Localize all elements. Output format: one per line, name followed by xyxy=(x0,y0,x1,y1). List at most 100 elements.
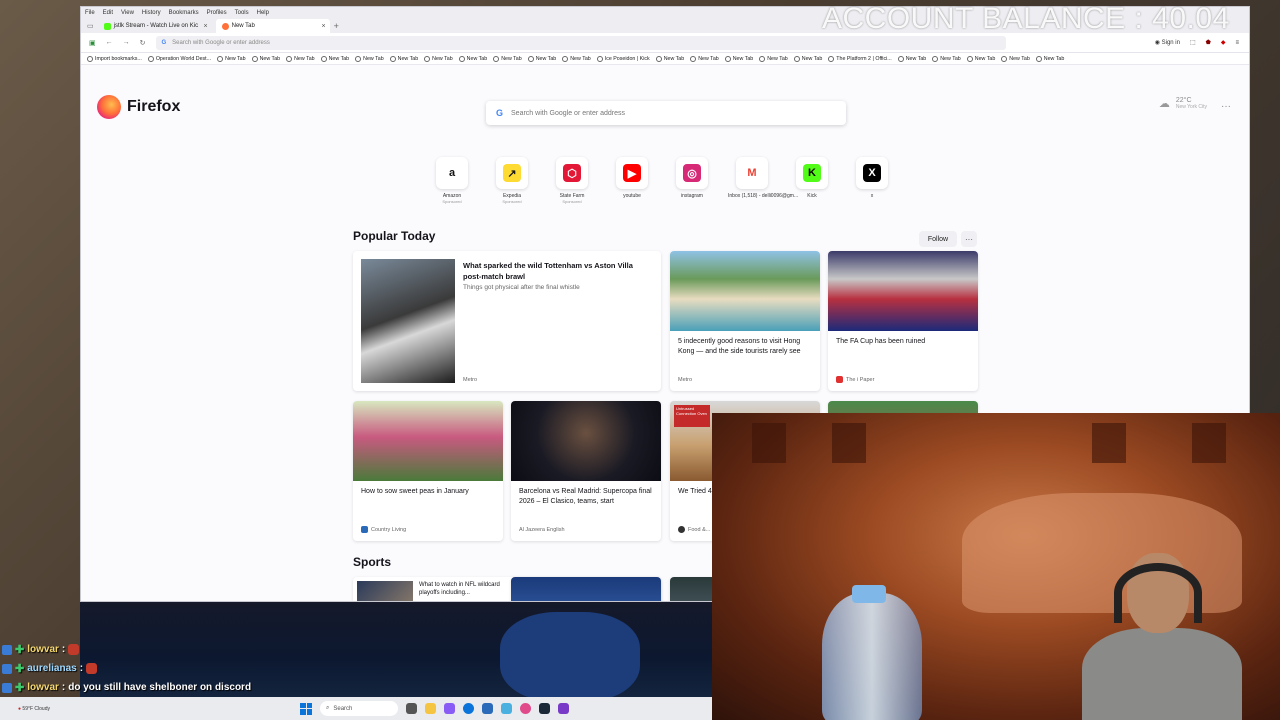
extensions-icon[interactable]: ⬚ xyxy=(1190,39,1196,46)
bookmark-item[interactable]: New Tab xyxy=(1001,55,1030,62)
sidebar-icon[interactable]: ▣ xyxy=(89,39,96,47)
copilot-icon[interactable] xyxy=(444,703,455,714)
bookmark-item[interactable]: Operation World Dest... xyxy=(147,55,211,62)
menu-view[interactable]: View xyxy=(121,10,134,16)
bookmark-item[interactable]: New Tab xyxy=(493,55,522,62)
shortcut-tile[interactable]: a Amazon Sponsored xyxy=(436,157,468,204)
reload-icon[interactable]: ↻ xyxy=(140,39,146,47)
search-icon: ⌕ xyxy=(326,705,330,711)
menu-tools[interactable]: Tools xyxy=(235,10,249,16)
globe-icon xyxy=(966,55,973,62)
bookmark-item[interactable]: New Tab xyxy=(458,55,488,62)
subscriber-badge-icon: ✚ xyxy=(15,682,25,694)
bookmark-label: New Tab xyxy=(466,55,488,62)
url-bar[interactable]: G Search with Google or enter address xyxy=(155,35,1006,50)
story-title: Barcelona vs Real Madrid: Supercopa fina… xyxy=(519,488,652,505)
steam-icon[interactable] xyxy=(539,703,550,714)
sponsored-label: Sponsored xyxy=(502,199,522,204)
globe-icon xyxy=(897,55,904,62)
windows-start-icon[interactable] xyxy=(300,702,312,715)
bookmark-item[interactable]: New Tab xyxy=(217,55,246,62)
account-balance-overlay: ACCOUNT BALANCE : 40.04 xyxy=(822,2,1230,35)
bookmark-item[interactable]: New Tab xyxy=(389,55,418,62)
search-placeholder: Search with Google or enter address xyxy=(511,109,626,117)
bookmark-item[interactable]: Ice Poseidon | Kick xyxy=(596,55,650,62)
shortcut-tile[interactable]: ⬡ State Farm Sponsored xyxy=(556,157,588,204)
story-card-el-clasico[interactable]: Barcelona vs Real Madrid: Supercopa fina… xyxy=(511,401,661,541)
bookmark-item[interactable]: New Tab xyxy=(932,55,961,62)
taskbar-weather[interactable]: ● 59°F Cloudy xyxy=(0,706,300,712)
bookmark-item[interactable]: New Tab xyxy=(759,55,788,62)
app-menu-icon[interactable]: ≡ xyxy=(1235,40,1239,46)
wall-poster xyxy=(1092,423,1126,463)
google-icon: G xyxy=(161,39,167,46)
menu-edit[interactable]: Edit xyxy=(103,10,113,16)
bookmark-item[interactable]: The Platform 2 | Offici... xyxy=(828,55,892,62)
globe-icon xyxy=(759,55,766,62)
close-tab-icon[interactable]: × xyxy=(204,23,208,30)
app-icon[interactable] xyxy=(501,703,512,714)
bookmark-item[interactable]: New Tab xyxy=(1035,55,1064,62)
bookmark-item[interactable]: New Tab xyxy=(966,55,995,62)
bookmark-item[interactable]: New Tab xyxy=(897,55,926,62)
bookmark-item[interactable]: New Tab xyxy=(251,55,280,62)
wall-poster xyxy=(1192,423,1226,463)
story-title: The FA Cup has been ruined xyxy=(836,338,926,345)
bookmark-item[interactable]: New Tab xyxy=(355,55,384,62)
forward-icon[interactable]: → xyxy=(123,39,130,46)
weather-menu-icon[interactable]: ··· xyxy=(1221,101,1231,112)
extension-red-icon[interactable]: ◆ xyxy=(1221,39,1226,46)
story-card-fa-cup[interactable]: The FA Cup has been ruined The i Paper xyxy=(828,251,978,391)
weather-widget[interactable]: ☁ 22°C New York City xyxy=(1159,97,1207,110)
tab-new-tab[interactable]: New Tab × xyxy=(215,19,330,33)
bookmark-item[interactable]: New Tab xyxy=(793,55,822,62)
story-source: Al Jazeera English xyxy=(519,527,565,533)
story-card-hong-kong[interactable]: 5 indecently good reasons to visit Hong … xyxy=(670,251,820,391)
kick-badge-icon xyxy=(2,682,12,693)
task-view-icon[interactable] xyxy=(406,703,417,714)
taskbar-search[interactable]: ⌕ Search xyxy=(320,701,398,716)
menu-file[interactable]: File xyxy=(85,10,95,16)
bookmark-item[interactable]: New Tab xyxy=(690,55,719,62)
menu-profiles[interactable]: Profiles xyxy=(207,10,227,16)
menu-bookmarks[interactable]: Bookmarks xyxy=(169,10,199,16)
stream-screen: File Edit View History Bookmarks Profile… xyxy=(0,0,1280,720)
shortcut-tile[interactable]: ◎ instagram xyxy=(676,157,708,204)
opera-icon[interactable] xyxy=(520,703,531,714)
more-options-icon[interactable]: ··· xyxy=(961,231,977,247)
file-explorer-icon[interactable] xyxy=(425,703,436,714)
shortcut-tile[interactable]: Xx xyxy=(856,157,888,204)
story-card-sweet-peas[interactable]: How to sow sweet peas in January Country… xyxy=(353,401,503,541)
bookmark-item[interactable]: New Tab xyxy=(424,55,453,62)
ublock-icon[interactable]: ⬟ xyxy=(1206,39,1211,46)
menu-help[interactable]: Help xyxy=(257,10,269,16)
tab-list-icon[interactable]: ▭ xyxy=(87,22,94,30)
bookmark-item[interactable]: New Tab xyxy=(562,55,591,62)
back-icon[interactable]: ← xyxy=(106,39,113,46)
edge-icon[interactable] xyxy=(463,703,474,714)
bookmark-item[interactable]: New Tab xyxy=(655,55,684,62)
shortcut-tile[interactable]: M Inbox (1,518) - delli0096@gm... xyxy=(728,157,798,204)
menu-history[interactable]: History xyxy=(142,10,161,16)
search-input[interactable]: G Search with Google or enter address xyxy=(486,101,846,125)
tab-kick-stream[interactable]: jstlk Stream - Watch Live on Kic × xyxy=(98,19,212,33)
bookmark-item[interactable]: New Tab xyxy=(320,55,349,62)
new-tab-plus-icon[interactable]: + xyxy=(334,21,339,31)
bookmark-item[interactable]: New Tab xyxy=(286,55,315,62)
sign-in-button[interactable]: ◉ Sign in xyxy=(1155,39,1180,46)
shortcut-tile[interactable]: ▶ youtube xyxy=(616,157,648,204)
app-icon[interactable] xyxy=(558,703,569,714)
follow-button[interactable]: Follow xyxy=(919,231,957,247)
shortcut-tile[interactable]: ↗ Expedia Sponsored xyxy=(496,157,528,204)
store-icon[interactable] xyxy=(482,703,493,714)
shortcut-tile[interactable]: K Kick xyxy=(796,157,828,204)
story-title: 5 indecently good reasons to visit Hong … xyxy=(678,338,801,355)
bookmark-item[interactable]: New Tab xyxy=(724,55,753,62)
sports-card-2[interactable] xyxy=(511,577,661,601)
kick-badge-icon xyxy=(2,663,12,674)
story-card-tottenham[interactable]: What sparked the wild Tottenham vs Aston… xyxy=(353,251,661,391)
bookmark-item[interactable]: New Tab xyxy=(527,55,556,62)
jug-cap xyxy=(852,585,886,603)
bookmark-item[interactable]: Import bookmarks... xyxy=(87,55,142,62)
close-tab-icon[interactable]: × xyxy=(322,23,326,30)
